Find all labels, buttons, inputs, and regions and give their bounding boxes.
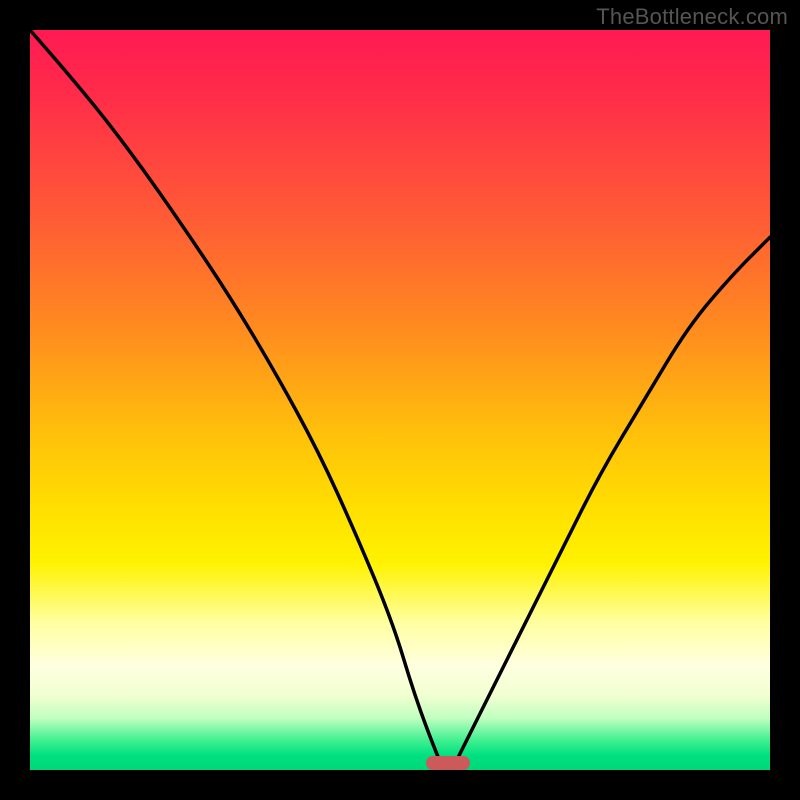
watermark-text: TheBottleneck.com — [596, 4, 788, 30]
optimum-marker — [426, 756, 470, 770]
bottleneck-curve — [30, 30, 770, 770]
curve-path — [30, 30, 770, 770]
plot-area — [30, 30, 770, 770]
